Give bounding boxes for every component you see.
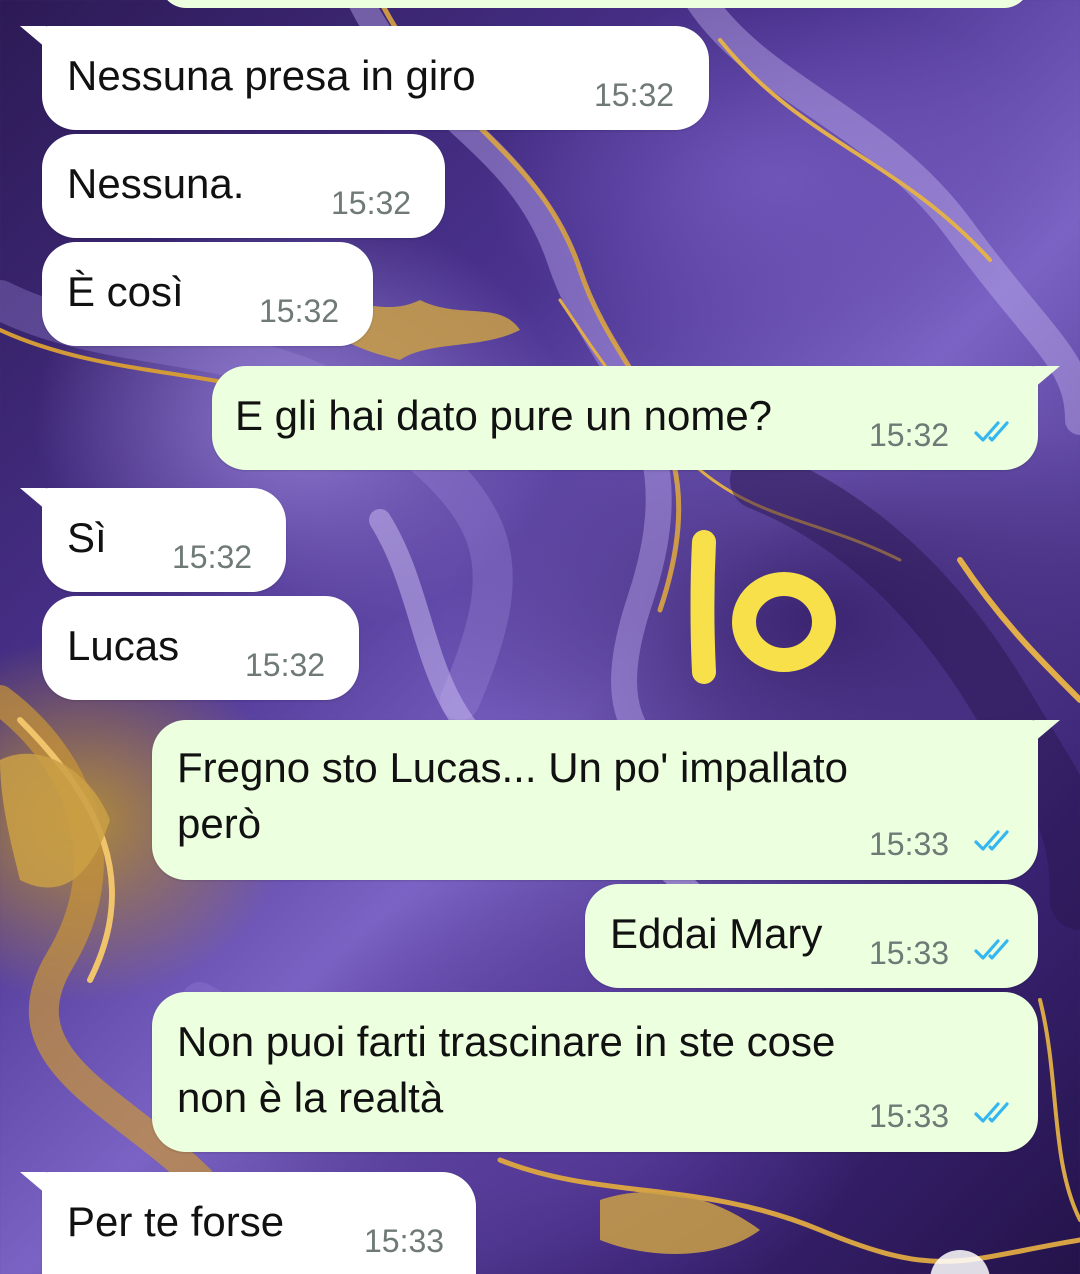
incoming-message-bubble[interactable]: Nessuna. 15:32: [42, 134, 445, 238]
handwritten-annotation-io: [690, 530, 836, 684]
message-text: Nessuna presa in giro: [67, 52, 476, 99]
incoming-message-bubble[interactable]: Lucas 15:32: [42, 596, 359, 700]
bubble-tail: [20, 488, 46, 510]
message-text: Lucas: [67, 622, 180, 669]
double-check-icon: [974, 939, 1009, 960]
message-text: Non puoi farti trascinare in ste cose no…: [177, 1018, 836, 1121]
message-time: 15:32: [172, 539, 253, 575]
bubble-tail: [1034, 720, 1060, 742]
message-time: 15:32: [259, 293, 340, 329]
outgoing-message-bubble[interactable]: Fregno sto Lucas... Un po' impallato per…: [152, 720, 1038, 880]
outgoing-message-bubble[interactable]: Non puoi farti trascinare in ste cose no…: [152, 992, 1038, 1152]
message-text: È così: [67, 268, 184, 315]
incoming-message-bubble[interactable]: È così 15:32: [42, 242, 373, 346]
bubble-tail: [20, 26, 46, 48]
message-time: 15:32: [331, 185, 412, 221]
incoming-message-bubble[interactable]: Per te forse 15:33: [42, 1172, 476, 1274]
message-time: 15:33: [869, 1098, 950, 1134]
double-check-icon: [974, 830, 1009, 851]
double-check-icon: [974, 421, 1009, 442]
message-time: 15:33: [364, 1223, 445, 1259]
incoming-message-bubble[interactable]: Sì 15:32: [42, 488, 286, 592]
message-text: Eddai Mary: [610, 910, 823, 957]
message-text: Sì: [67, 514, 107, 561]
bubble-tail: [20, 1172, 46, 1194]
message-text: E gli hai dato pure un nome?: [235, 392, 773, 439]
outgoing-message-bubble[interactable]: Eddai Mary 15:33: [585, 884, 1038, 988]
message-text: Fregno sto Lucas... Un po' impallato per…: [177, 744, 849, 847]
double-check-icon: [974, 1102, 1009, 1123]
outgoing-message-bubble[interactable]: E gli hai dato pure un nome? 15:32: [212, 366, 1038, 470]
message-time: 15:32: [594, 77, 675, 113]
incoming-message-bubble[interactable]: Nessuna presa in giro 15:32: [42, 26, 709, 130]
previous-message-bubble-edge: [160, 0, 1030, 8]
message-text: Nessuna.: [67, 160, 245, 207]
message-time: 15:33: [869, 826, 950, 862]
message-text: Per te forse: [67, 1198, 285, 1245]
message-time: 15:33: [869, 935, 950, 971]
message-time: 15:32: [869, 417, 950, 453]
bubble-tail: [1034, 366, 1060, 388]
message-time: 15:32: [245, 647, 326, 683]
